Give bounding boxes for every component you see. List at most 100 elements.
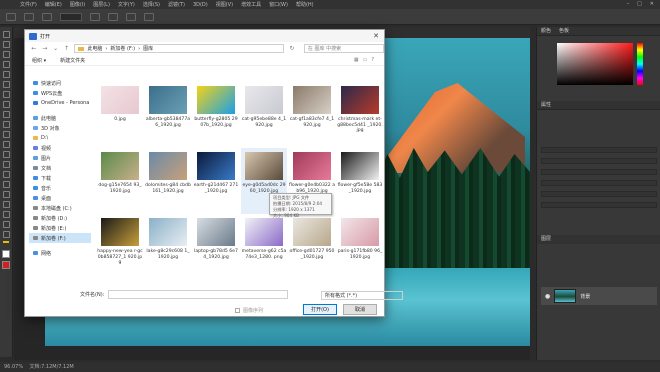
property-field[interactable]	[541, 169, 657, 175]
foreground-color-swatch[interactable]	[2, 250, 10, 258]
lasso-tool-icon[interactable]	[2, 51, 10, 58]
up-arrow-icon[interactable]: ↑	[64, 45, 70, 52]
filename-input[interactable]	[108, 290, 289, 299]
nav-item[interactable]: 此电脑	[29, 113, 91, 123]
type-tool-icon[interactable]	[2, 191, 10, 198]
quick-select-tool-icon[interactable]	[2, 61, 10, 68]
maximize-icon[interactable]: □	[637, 1, 642, 7]
shape-tool-icon[interactable]	[2, 211, 10, 218]
property-field[interactable]	[541, 147, 657, 153]
eyedropper-tool-icon[interactable]	[2, 91, 10, 98]
file-item[interactable]: office-gd01727 950_1920.jpg	[289, 214, 335, 280]
breadcrumb-drive[interactable]: 新加卷 (F:)	[110, 45, 135, 52]
properties-panel-tab[interactable]: 属性	[537, 101, 660, 110]
help-icon[interactable]: ?	[371, 57, 374, 63]
menu-help[interactable]: 帮助(H)	[296, 1, 314, 8]
nav-item[interactable]: 3D 对象	[29, 123, 91, 133]
nav-item[interactable]: 视频	[29, 143, 91, 153]
recent-dropdown-icon[interactable]: ⌄	[53, 45, 59, 52]
edit-toolbar-icon[interactable]	[3, 241, 9, 243]
more-icon[interactable]	[144, 12, 154, 21]
nav-item[interactable]: 新加卷 (F:)	[29, 233, 91, 243]
file-item[interactable]: laptop-gb78d5 6e74_1920.jpg	[193, 214, 239, 280]
breadcrumb-pc[interactable]: 此电脑	[87, 45, 102, 52]
nav-item[interactable]: OneDrive - Persona	[29, 98, 91, 108]
refresh-icon[interactable]: ↻	[289, 45, 295, 52]
menu-window[interactable]: 窗口(W)	[269, 1, 288, 8]
zoom-tool-icon[interactable]	[2, 231, 10, 238]
nav-item[interactable]: 文档	[29, 163, 91, 173]
minimize-icon[interactable]: –	[627, 1, 630, 7]
close-window-icon[interactable]: ✕	[650, 1, 654, 7]
search-input[interactable]: 在 图库 中搜索	[303, 44, 384, 53]
nav-item[interactable]: 新加卷 (D:)	[29, 213, 91, 223]
address-bar[interactable]: 此电脑 › 新加卷 (F:) › 图库	[74, 44, 285, 53]
file-item[interactable]: 0.jpg	[97, 82, 143, 148]
home-icon[interactable]	[6, 12, 16, 21]
brush-tool-icon[interactable]	[2, 111, 10, 118]
file-item[interactable]: butterfly-g2805 2907b_1920.jpg	[193, 82, 239, 148]
file-item[interactable]: cat-gf1a83cfe7 4_1920.jpg	[289, 82, 335, 148]
nav-item[interactable]: 图片	[29, 153, 91, 163]
breadcrumb-folder[interactable]: 图库	[143, 45, 153, 52]
menu-select[interactable]: 选择(S)	[143, 1, 160, 8]
tool-preset-icon[interactable]	[24, 12, 34, 21]
color-panel-tab[interactable]: 颜色 色板	[537, 27, 660, 36]
stamp-tool-icon[interactable]	[2, 121, 10, 128]
file-item[interactable]: dolomites-g84 cbdb161_1920.jpg	[145, 148, 191, 214]
blur-tool-icon[interactable]	[2, 161, 10, 168]
preview-pane-icon[interactable]: ▭	[363, 57, 368, 63]
menu-type[interactable]: 文字(Y)	[118, 1, 135, 8]
file-item[interactable]: alberta-gb538477a6_1920.jpg	[145, 82, 191, 148]
layers-panel-tab[interactable]: 图层	[537, 235, 660, 244]
property-field[interactable]	[541, 180, 657, 186]
back-arrow-icon[interactable]: ←	[31, 45, 37, 52]
nav-item[interactable]: 本地磁盘 (C:)	[29, 203, 91, 213]
move-tool-icon[interactable]	[2, 31, 10, 38]
file-item[interactable]: flower-gf5e58e 583_1920.jpg	[337, 148, 383, 214]
crop-tool-icon[interactable]	[2, 71, 10, 78]
option-field[interactable]	[60, 12, 82, 21]
file-item[interactable]: dog-g15e7654 93_1920.jpg	[97, 148, 143, 214]
pen-tool-icon[interactable]	[2, 181, 10, 188]
new-folder-button[interactable]: 新建文件夹	[60, 57, 85, 64]
healing-tool-icon[interactable]	[2, 101, 10, 108]
layer-row-background[interactable]: ● 背景	[541, 287, 657, 305]
color-picker-field[interactable]	[557, 43, 633, 85]
close-icon[interactable]: ✕	[373, 32, 379, 40]
dodge-tool-icon[interactable]	[2, 171, 10, 178]
menu-plugins[interactable]: 增效工具	[241, 1, 261, 8]
menu-3d[interactable]: 3D(D)	[193, 2, 208, 8]
nav-item[interactable]: WPS云盘	[29, 88, 91, 98]
align-icon-3[interactable]	[126, 12, 136, 21]
hue-slider[interactable]	[637, 43, 643, 85]
hand-tool-icon[interactable]	[2, 221, 10, 228]
open-button[interactable]: 打开(O)	[303, 304, 337, 315]
menu-image[interactable]: 图像(I)	[70, 1, 85, 8]
property-field[interactable]	[541, 158, 657, 164]
nav-item[interactable]: 音乐	[29, 183, 91, 193]
background-color-swatch[interactable]	[2, 261, 10, 269]
align-icon-2[interactable]	[108, 12, 118, 21]
path-select-tool-icon[interactable]	[2, 201, 10, 208]
nav-item[interactable]: 快速访问	[29, 78, 91, 88]
menu-view[interactable]: 视图(V)	[216, 1, 233, 8]
frame-tool-icon[interactable]	[2, 81, 10, 88]
menu-file[interactable]: 文件(F)	[20, 1, 37, 8]
nav-item[interactable]: 桌面	[29, 193, 91, 203]
cancel-button[interactable]: 取消	[343, 304, 377, 315]
gradient-tool-icon[interactable]	[2, 151, 10, 158]
forward-arrow-icon[interactable]: →	[42, 45, 48, 52]
menu-layer[interactable]: 图层(L)	[93, 1, 110, 8]
file-item[interactable]: cat-g95ebe88e 4_1920.jpg	[241, 82, 287, 148]
menu-edit[interactable]: 编辑(E)	[45, 1, 62, 8]
file-item[interactable]: paris-g171fb80 96_1920.jpg	[337, 214, 383, 280]
file-item[interactable]: happy-new-yea r-gc0b858727_1 920.jpg	[97, 214, 143, 280]
option-icon[interactable]	[42, 12, 52, 21]
file-item[interactable]: christmas-mark et-g88bec5d41 _1920.jpg	[337, 82, 383, 148]
nav-item[interactable]: D:\	[29, 133, 91, 143]
filetype-select[interactable]: 所有格式 (*.*)	[321, 291, 403, 300]
property-field[interactable]	[541, 191, 657, 197]
image-sequence-option[interactable]: 图像序列	[235, 307, 263, 314]
property-field[interactable]	[541, 202, 657, 208]
